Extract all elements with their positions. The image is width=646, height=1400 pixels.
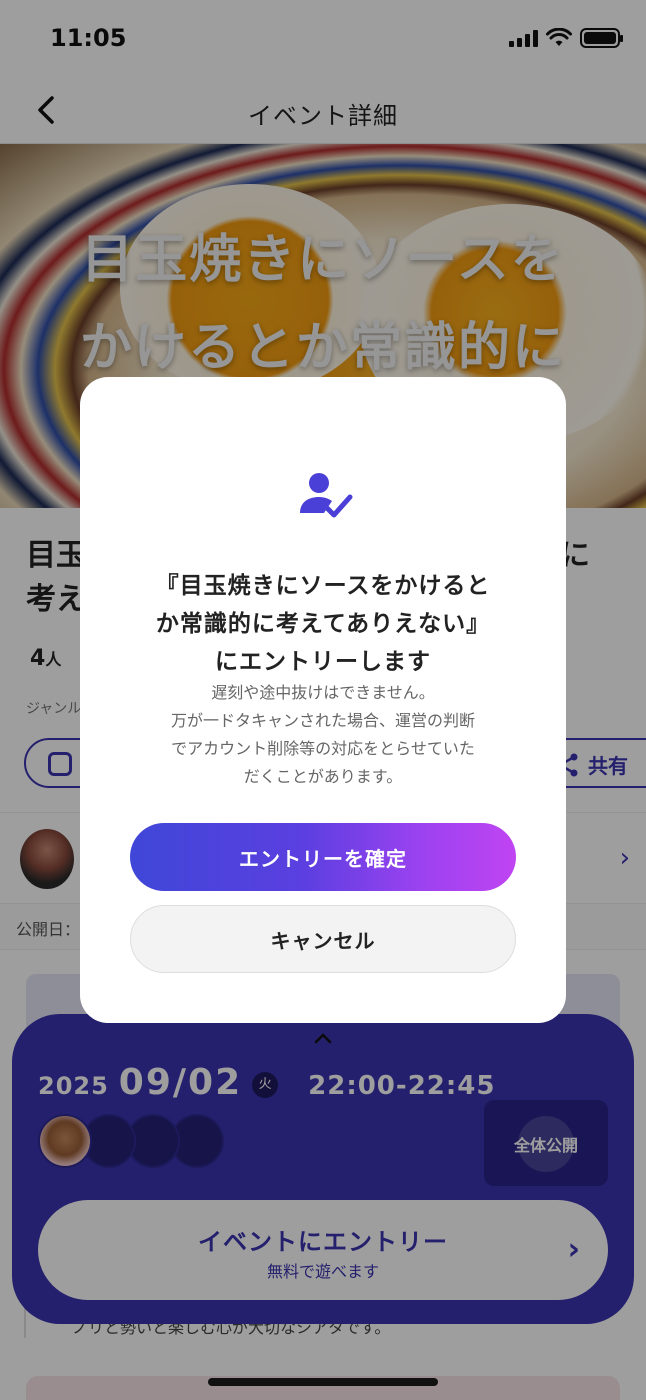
dialog-title-line2: か常識的に考えてありえない』 xyxy=(155,611,491,637)
dialog-title: 『目玉焼きにソースをかけると か常識的に考えてありえない』 にエントリーします xyxy=(100,567,546,681)
dialog-message-line1: 遅刻や途中抜けはできません。 xyxy=(211,683,435,702)
home-indicator xyxy=(208,1378,438,1386)
dialog-title-line1: 『目玉焼きにソースをかけると xyxy=(155,573,491,599)
dialog-title-line3: にエントリーします xyxy=(215,649,431,675)
user-check-icon xyxy=(300,473,353,518)
cancel-button[interactable]: キャンセル xyxy=(130,905,516,973)
dialog-message-line4: だくことがあります。 xyxy=(243,767,403,786)
dialog-message-line2: 万が一ドタキャンされた場合、運営の判断 xyxy=(170,711,475,730)
entry-confirm-dialog: 『目玉焼きにソースをかけると か常識的に考えてありえない』 にエントリーします … xyxy=(80,377,566,1023)
dialog-message: 遅刻や途中抜けはできません。 万が一ドタキャンされた場合、運営の判断 でアカウン… xyxy=(120,679,526,791)
dialog-message-line3: でアカウント削除等の対応をとらせていた xyxy=(171,739,475,758)
confirm-entry-button[interactable]: エントリーを確定 xyxy=(130,823,516,891)
